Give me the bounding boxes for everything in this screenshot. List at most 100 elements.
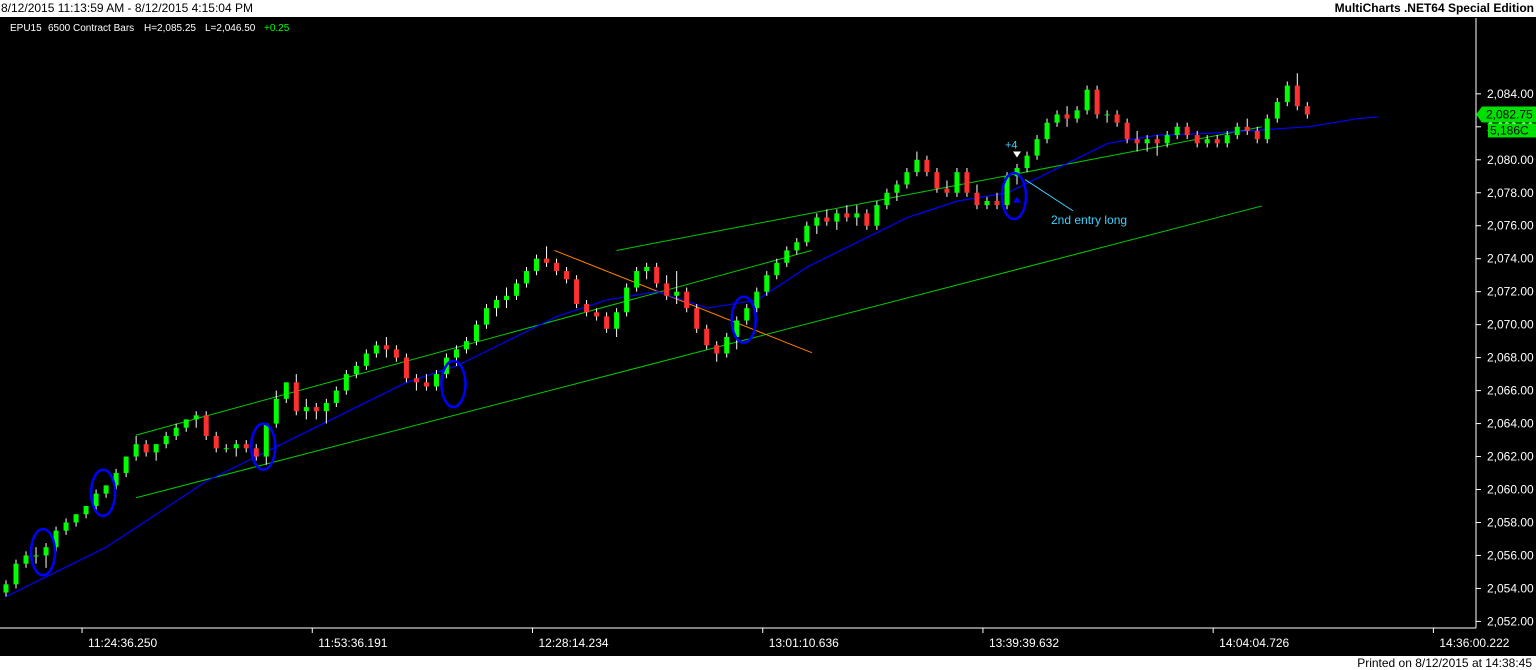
candle-body <box>744 308 750 321</box>
candle-body <box>1204 139 1210 144</box>
candle-body <box>1154 139 1160 144</box>
candle-body <box>323 402 329 412</box>
candle-body <box>794 242 800 251</box>
candle-body <box>1244 126 1250 131</box>
candle-body <box>934 172 940 189</box>
info-bars: 6500 Contract Bars <box>48 23 134 34</box>
candle-body <box>1064 114 1070 119</box>
candle-body <box>123 456 129 474</box>
candle-body <box>554 262 560 272</box>
candle-body <box>574 279 580 305</box>
buy-arrow-icon <box>1013 196 1022 203</box>
printed-timestamp: Printed on 8/12/2015 at 14:38:45 <box>1357 656 1532 670</box>
candle-body <box>203 415 209 436</box>
candle-body <box>403 357 409 379</box>
y-tick-label: 2,076.00 <box>1487 219 1534 233</box>
candle-body <box>213 435 219 449</box>
candle-body <box>153 444 159 453</box>
candle-body <box>83 506 89 515</box>
candle-body <box>544 258 550 263</box>
annotation-pointer <box>1024 179 1074 212</box>
candle-body <box>1124 122 1130 140</box>
x-tick-label: 13:01:10.636 <box>769 636 839 650</box>
candle-body <box>73 514 79 523</box>
candle-body <box>353 365 359 375</box>
candle-body <box>964 172 970 193</box>
y-tick-label: 2,066.00 <box>1487 384 1534 398</box>
candle-body <box>914 159 920 173</box>
candle-body <box>604 316 610 329</box>
candle-body <box>754 291 760 309</box>
candle-body <box>413 378 419 383</box>
y-tick-label: 2,062.00 <box>1487 450 1534 464</box>
candle-body <box>463 341 469 350</box>
candle-body <box>684 291 690 309</box>
y-tick-label: 2,080.00 <box>1487 153 1534 167</box>
y-tick-label: 2,056.00 <box>1487 548 1534 562</box>
x-tick-label: 14:04:04.726 <box>1219 636 1289 650</box>
candle-body <box>233 444 239 449</box>
entry-circle <box>440 359 467 409</box>
candle-body <box>644 266 650 272</box>
trade-label: +4 <box>1005 139 1018 151</box>
annotation-text: 2nd entry long <box>1051 213 1127 227</box>
candle-body <box>974 192 980 206</box>
candle-body <box>564 271 570 280</box>
chart-area[interactable]: +4 2nd entry long 2,052.00 2,054.00 2,056.0… <box>0 18 1536 656</box>
y-tick-label: 2,084.00 <box>1487 87 1534 101</box>
volume-label: 5,186C <box>1490 123 1529 137</box>
candle-body <box>1134 139 1140 144</box>
x-tick-label: 11:53:36.191 <box>318 636 388 650</box>
candle-body <box>514 283 520 296</box>
info-low: L=2,046.50 <box>205 23 256 34</box>
x-tick-label: 13:39:39.632 <box>989 636 1059 650</box>
footer: Printed on 8/12/2015 at 14:38:45 <box>0 656 1536 670</box>
candle-body <box>634 271 640 288</box>
candle-body <box>1084 89 1090 111</box>
title-bar: 8/12/2015 11:13:59 AM - 8/12/2015 4:15:0… <box>0 0 1536 18</box>
moving-average-line <box>5 116 1379 598</box>
y-tick-label: 2,060.00 <box>1487 483 1534 497</box>
candle-body <box>243 444 249 449</box>
candle-body <box>3 584 9 593</box>
candle-body <box>834 213 840 222</box>
candle-body <box>764 275 770 292</box>
candle-body <box>333 390 339 403</box>
candle-body <box>1114 114 1120 123</box>
candle-body <box>183 419 189 428</box>
candle-body <box>283 382 289 399</box>
candle-body <box>1284 85 1290 103</box>
candle-body <box>1254 130 1260 140</box>
candle-body <box>784 250 790 263</box>
candle-body <box>854 213 860 218</box>
candle-body <box>524 271 530 284</box>
date-range: 8/12/2015 11:13:59 AM - 8/12/2015 4:15:0… <box>1 1 253 15</box>
entry-circle <box>89 468 117 518</box>
x-tick-label: 14:36:00.222 <box>1439 636 1509 650</box>
candle-body <box>373 345 379 354</box>
channel-line <box>135 205 1263 499</box>
candle-body <box>43 547 49 556</box>
candle-body <box>1034 139 1040 156</box>
product-name: MultiCharts .NET64 Special Edition <box>1334 1 1534 15</box>
entry-circle <box>730 295 757 344</box>
y-tick-label: 2,074.00 <box>1487 252 1534 266</box>
candle-body <box>1184 126 1190 136</box>
candle-body <box>664 283 670 296</box>
candle-body <box>674 291 680 296</box>
candle-body <box>704 328 710 346</box>
candle-body <box>944 188 950 193</box>
y-tick-label: 2,068.00 <box>1487 351 1534 365</box>
candle-body <box>453 349 459 358</box>
price-chart[interactable]: +4 2nd entry long 2,052.00 2,054.00 2,056.0… <box>0 18 1536 656</box>
candle-body <box>1104 114 1110 116</box>
candle-body <box>1024 155 1030 169</box>
candle-body <box>303 407 309 412</box>
candle-body <box>1234 126 1240 136</box>
candle-body <box>383 345 389 350</box>
candle-body <box>1214 139 1220 144</box>
candle-body <box>954 172 960 193</box>
candle-body <box>163 435 169 445</box>
candle-body <box>1054 114 1060 123</box>
candle-body <box>924 159 930 173</box>
